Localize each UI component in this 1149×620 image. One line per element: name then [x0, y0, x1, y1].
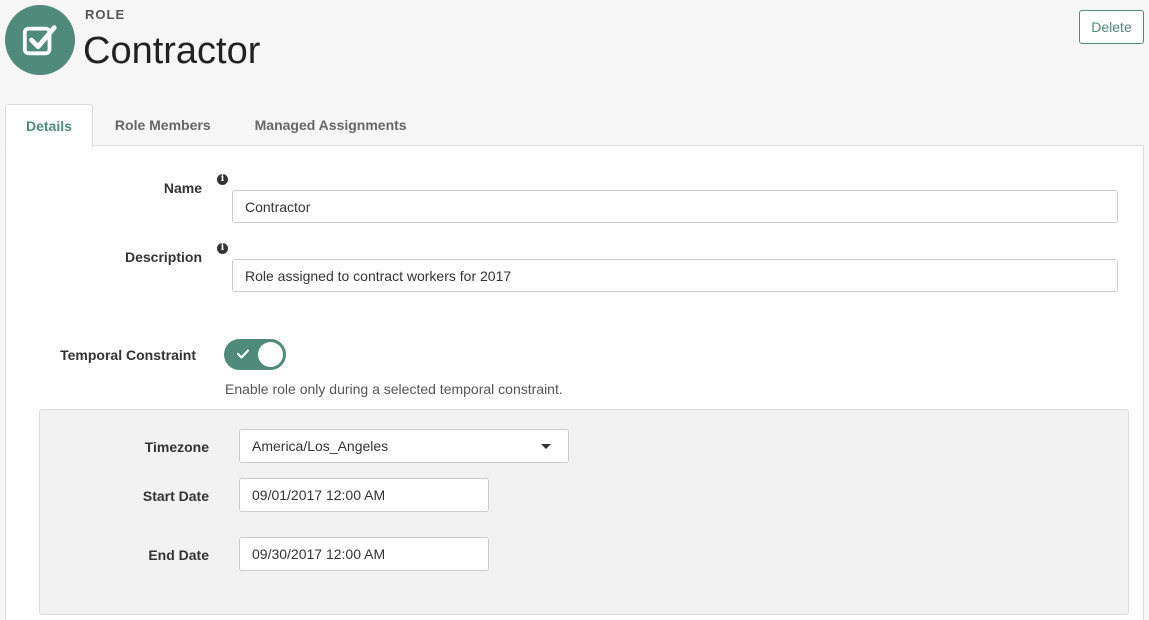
temporal-constraint-label: Temporal Constraint: [60, 347, 196, 363]
timezone-select[interactable]: America/Los_Angeles: [239, 429, 569, 463]
tab-details[interactable]: Details: [5, 104, 93, 147]
tab-managed-assignments[interactable]: Managed Assignments: [233, 104, 429, 146]
timezone-label: Timezone: [144, 439, 209, 455]
info-icon[interactable]: i: [217, 243, 228, 254]
end-date-input[interactable]: [239, 537, 489, 571]
caret-down-icon: [541, 444, 551, 449]
temporal-constraint-toggle[interactable]: [224, 339, 286, 370]
role-kicker: ROLE: [85, 7, 126, 22]
description-input[interactable]: [232, 259, 1118, 292]
checkbox-icon: [22, 25, 57, 56]
name-label: Name: [163, 180, 202, 196]
start-date-label: Start Date: [142, 488, 209, 504]
page-title: Contractor: [83, 30, 261, 72]
tab-role-members[interactable]: Role Members: [93, 104, 233, 146]
name-input[interactable]: [232, 190, 1118, 223]
tab-bar: Details Role Members Managed Assignments: [5, 104, 429, 147]
role-avatar: [5, 5, 75, 75]
description-label: Description: [124, 249, 202, 265]
delete-button[interactable]: Delete: [1079, 10, 1144, 44]
toggle-knob: [258, 342, 283, 367]
start-date-input[interactable]: [239, 478, 489, 512]
check-icon: [236, 349, 250, 359]
temporal-help-text: Enable role only during a selected tempo…: [225, 381, 563, 397]
info-icon[interactable]: i: [217, 174, 228, 185]
timezone-value: America/Los_Angeles: [252, 438, 389, 454]
end-date-label: End Date: [148, 547, 209, 563]
